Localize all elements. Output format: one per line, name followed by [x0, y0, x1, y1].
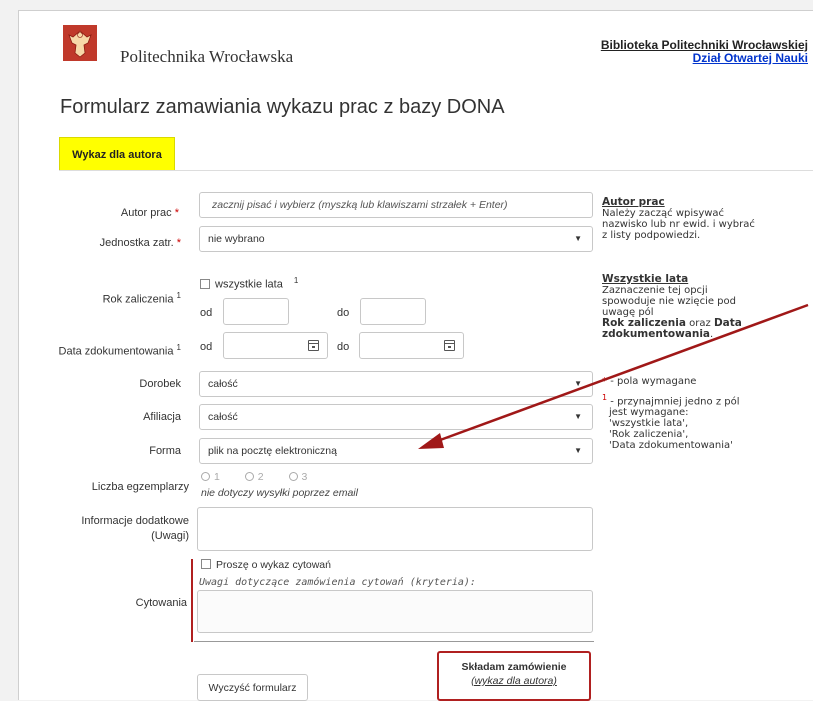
annotation-arrow — [418, 303, 809, 449]
